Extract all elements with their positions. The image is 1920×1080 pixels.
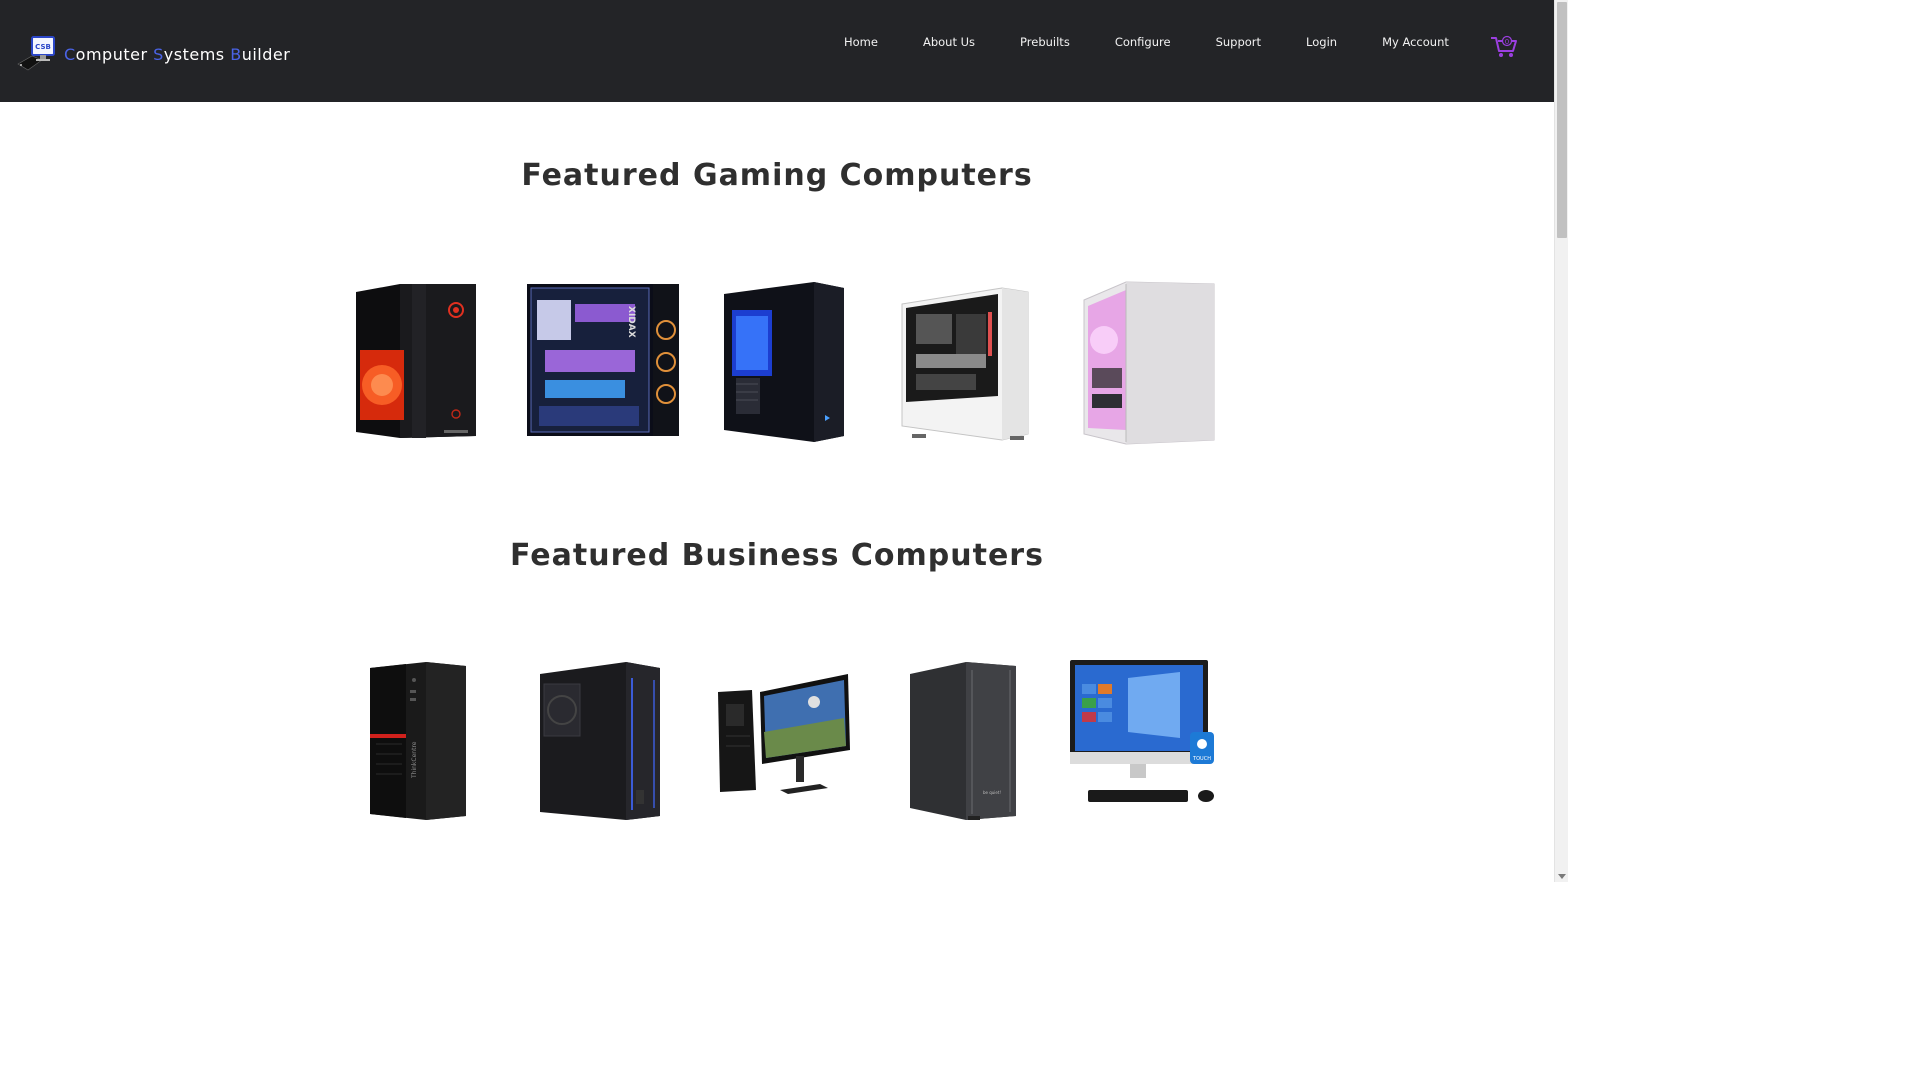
nav-my-account[interactable]: My Account (1382, 35, 1449, 49)
business-section-title: Featured Business Computers (510, 538, 1044, 573)
nav-home[interactable]: Home (844, 35, 878, 49)
nav-support[interactable]: Support (1216, 35, 1261, 49)
touch-badge-text: TOUCH (1192, 756, 1211, 762)
gaming-pc-white-pink-icon (1083, 281, 1215, 445)
brand-initial-s: S (153, 44, 164, 64)
brand-word-rest: omputer (75, 44, 148, 64)
scroll-down-arrow-icon[interactable] (1558, 874, 1566, 879)
business-pc-5[interactable]: TOUCH (1068, 658, 1218, 808)
gaming-pc-4[interactable] (892, 284, 1030, 442)
shopping-cart-icon[interactable]: 0 (1490, 34, 1518, 60)
brand-name: Computer Systems Builder (64, 45, 290, 64)
nav-prebuilts[interactable]: Prebuilts (1020, 35, 1070, 49)
cart-count: 0 (1505, 38, 1509, 46)
brand-initial-b: B (230, 44, 242, 64)
brand-initial-c: C (64, 44, 76, 64)
business-pc-1[interactable]: ThinkCentre (366, 660, 470, 822)
brand-word-rest: uilder (241, 44, 291, 64)
scrollbar-thumb[interactable] (1557, 2, 1567, 238)
logo-badge-text: CSB (35, 43, 51, 51)
site-logo[interactable]: CSB Computer Systems Builder (16, 34, 290, 72)
nav-configure[interactable]: Configure (1115, 35, 1171, 49)
top-navbar: CSB Computer Systems Builder Home About … (0, 0, 1554, 102)
business-pc-4[interactable]: be quiet! (906, 660, 1020, 822)
page: CSB Computer Systems Builder Home About … (0, 0, 1568, 882)
gaming-pc-white-case-icon (901, 287, 1029, 441)
business-tower-black-icon (540, 662, 660, 820)
case-brand-text: be quiet! (983, 790, 1001, 795)
workstation-with-monitor-icon (718, 674, 850, 794)
nav-about-us[interactable]: About Us (923, 35, 975, 49)
business-pc-2[interactable] (536, 660, 664, 822)
gaming-pc-red-glow-icon (356, 284, 476, 438)
nav-login[interactable]: Login (1306, 35, 1337, 49)
logo-computer-icon: CSB (16, 34, 58, 72)
gaming-pc-blue-glow-icon (724, 282, 844, 442)
gaming-pc-2[interactable]: XIDAX (525, 280, 683, 444)
main-nav: Home About Us Prebuilts Configure Suppor… (820, 35, 1449, 49)
svg-text:XIDAX: XIDAX (626, 306, 636, 338)
thinkcentre-text: ThinkCentre (411, 741, 418, 779)
business-pc-3[interactable] (716, 672, 852, 794)
brand-word-rest: ystems (163, 44, 225, 64)
gaming-pc-1[interactable] (350, 280, 480, 442)
business-tower-gray-icon: be quiet! (910, 662, 1016, 820)
gaming-pc-5[interactable] (1080, 280, 1216, 446)
gaming-pc-glass-rgb-icon: XIDAX (527, 284, 679, 436)
page-scrollbar[interactable] (1554, 0, 1568, 882)
gaming-pc-3[interactable] (722, 280, 848, 444)
gaming-section-title: Featured Gaming Computers (521, 158, 1033, 193)
business-tower-thinkcentre-icon: ThinkCentre (370, 662, 466, 820)
all-in-one-touch-pc-icon: TOUCH (1070, 660, 1214, 802)
